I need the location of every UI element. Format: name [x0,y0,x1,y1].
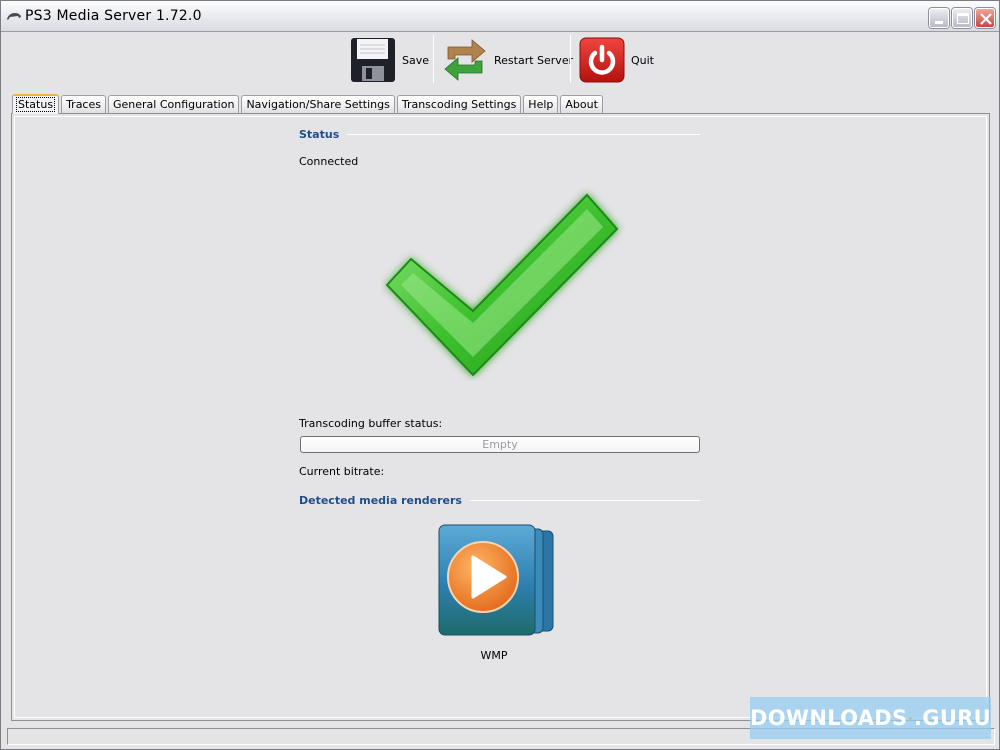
maximize-icon [957,13,969,24]
windows-media-player-icon [438,524,554,636]
close-button[interactable] [975,8,995,28]
quit-label: Quit [631,53,654,67]
buffer-status-label: Transcoding buffer status: [299,417,443,430]
section-divider [469,499,700,501]
save-button[interactable]: Save [350,34,429,86]
minimize-button[interactable] [929,8,949,28]
toolbar-separator [433,35,434,83]
progress-text: Empty [482,438,518,451]
floppy-disk-icon [351,38,395,82]
renderer-wmp[interactable]: WMP [431,521,561,666]
toolbar: Save Restart Server Quit [1,33,999,89]
tab-navigation-share-settings[interactable]: Navigation/Share Settings [241,95,395,113]
window-title: PS3 Media Server 1.72.0 [25,8,202,24]
close-icon [980,13,992,25]
status-section-title: Status [299,127,340,141]
watermark-text-right: .GURU [914,706,991,730]
restart-server-button[interactable]: Restart Server [442,34,573,86]
app-window: PS3 Media Server 1.72.0 Save Restart Ser… [0,0,1000,750]
restart-server-label: Restart Server [494,53,574,67]
tab-transcoding-settings[interactable]: Transcoding Settings [396,95,522,113]
transcoding-buffer-progress: Empty [300,436,700,453]
status-section-header: Status [299,127,700,141]
tab-about[interactable]: About [560,95,603,113]
app-logo-icon [7,13,21,20]
checkmark-icon [385,193,619,377]
download-arrow-icon [909,716,912,720]
tab-label: Transcoding Settings [401,98,517,111]
tab-traces[interactable]: Traces [61,95,106,113]
minimize-icon [935,21,943,24]
section-divider [347,133,700,135]
tab-bar: Status Traces General Configuration Navi… [12,94,605,114]
quit-button[interactable]: Quit [579,34,654,86]
tab-label: General Configuration [112,98,235,111]
power-icon [579,37,625,83]
watermark-banner: DOWNLOADS .GURU [750,697,991,739]
title-bar[interactable]: PS3 Media Server 1.72.0 [1,1,999,32]
tab-label: Traces [66,98,101,111]
tab-label: Navigation/Share Settings [246,98,390,111]
current-bitrate-label: Current bitrate: [299,465,385,478]
maximize-button[interactable] [952,8,972,28]
tab-label: Help [528,98,554,111]
watermark-text-left: DOWNLOADS [750,706,908,730]
tab-status[interactable]: Status [12,94,60,114]
save-label: Save [402,53,430,67]
tab-general-configuration[interactable]: General Configuration [107,95,240,113]
renderers-section-header: Detected media renderers [299,493,700,507]
tab-help[interactable]: Help [523,95,559,113]
toolbar-separator [570,35,571,83]
tab-label: Status [15,97,56,112]
restart-arrows-icon [444,39,486,81]
tab-label: About [565,98,598,111]
connection-status: Connected [299,155,359,168]
renderer-name: WMP [480,649,508,662]
renderers-section-title: Detected media renderers [299,493,462,507]
